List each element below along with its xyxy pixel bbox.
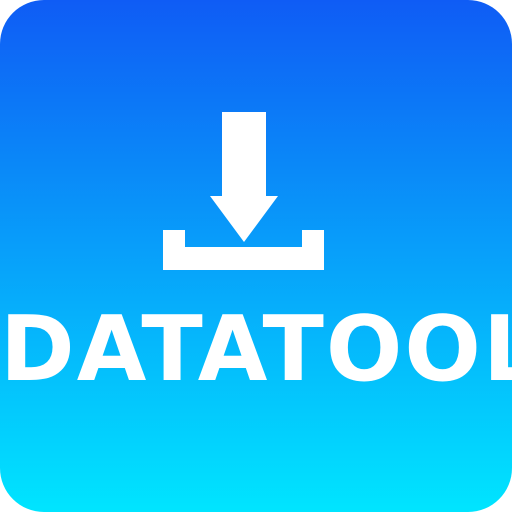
app-icon[interactable]: DATATOOL [0,0,512,512]
download-icon [163,112,324,270]
app-name-label: DATATOOL [0,297,512,402]
arrow-down-shape [210,112,278,242]
